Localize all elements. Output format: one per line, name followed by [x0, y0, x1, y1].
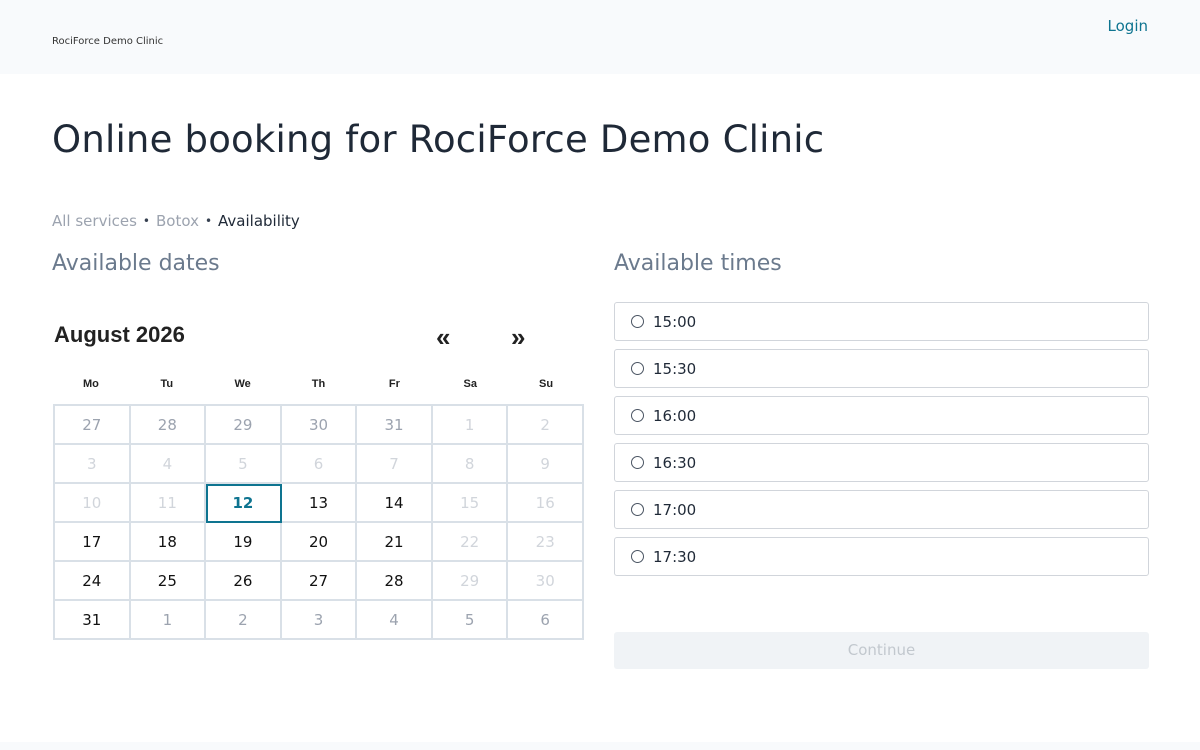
calendar-day: 11 [130, 484, 207, 523]
available-dates-title: Available dates [52, 251, 220, 276]
time-slot-label: 16:30 [653, 453, 697, 472]
calendar-day[interactable]: 17 [55, 523, 131, 562]
time-slot-label: 15:00 [653, 312, 697, 331]
time-slot-list: 15:00 15:30 16:00 16:30 17:00 17:30 [614, 302, 1149, 584]
weekday-label: Mo [82, 378, 99, 390]
calendar-day: 4 [130, 445, 207, 484]
calendar-day[interactable]: 25 [130, 562, 207, 601]
calendar-day[interactable]: 24 [55, 562, 131, 601]
calendar-day: 6 [508, 601, 584, 640]
calendar-day[interactable]: 28 [357, 562, 433, 601]
calendar-day[interactable]: 20 [281, 523, 358, 562]
time-slot-option[interactable]: 17:30 [614, 537, 1149, 576]
calendar-day: 30 [508, 562, 584, 601]
radio-icon[interactable] [631, 315, 644, 328]
available-times-title: Available times [614, 251, 782, 276]
radio-icon[interactable] [631, 362, 644, 375]
time-slot-option[interactable]: 17:00 [614, 490, 1149, 529]
calendar-day[interactable]: 18 [130, 523, 207, 562]
time-slot-option[interactable]: 15:30 [614, 349, 1149, 388]
calendar-day: 29 [206, 406, 282, 445]
calendar-day: 4 [357, 601, 433, 640]
radio-icon[interactable] [631, 503, 644, 516]
calendar-day: 31 [357, 406, 433, 445]
top-bar: RociForce Demo Clinic Login [0, 0, 1200, 74]
calendar-day: 5 [432, 601, 509, 640]
calendar-day: 3 [281, 601, 358, 640]
calendar-day[interactable]: 14 [357, 484, 433, 523]
calendar-day: 3 [55, 445, 131, 484]
clinic-name: RociForce Demo Clinic [52, 36, 164, 47]
calendar-day: 8 [432, 445, 509, 484]
calendar-day: 2 [508, 406, 584, 445]
weekday-label: Fr [388, 378, 400, 390]
time-slot-label: 17:30 [653, 547, 697, 566]
radio-icon[interactable] [631, 550, 644, 563]
time-slot-label: 15:30 [653, 359, 697, 378]
calendar-day: 7 [357, 445, 433, 484]
calendar-day[interactable]: 13 [281, 484, 358, 523]
calendar-month-label: August 2026 [54, 322, 185, 347]
calendar-day[interactable]: 31 [55, 601, 131, 640]
calendar-day: 10 [55, 484, 131, 523]
time-slot-option[interactable]: 15:00 [614, 302, 1149, 341]
calendar-day: 27 [55, 406, 131, 445]
calendar-day-selected[interactable]: 12 [206, 484, 282, 523]
calendar-day: 2 [206, 601, 282, 640]
calendar-day: 1 [130, 601, 207, 640]
calendar-day: 16 [508, 484, 584, 523]
breadcrumb-separator: • [204, 214, 213, 228]
weekday-label: Tu [160, 378, 174, 390]
calendar-day: 15 [432, 484, 509, 523]
time-slot-label: 17:00 [653, 500, 697, 519]
calendar-day[interactable]: 26 [206, 562, 282, 601]
calendar-day[interactable]: 19 [206, 523, 282, 562]
time-slot-option[interactable]: 16:00 [614, 396, 1149, 435]
calendar-day: 23 [508, 523, 584, 562]
weekday-label: Th [311, 378, 326, 390]
previous-month-button[interactable]: « [436, 320, 450, 354]
calendar-day: 6 [281, 445, 358, 484]
calendar-day: 22 [432, 523, 509, 562]
weekday-label: Su [539, 378, 554, 390]
time-slot-option[interactable]: 16:30 [614, 443, 1149, 482]
calendar-day: 29 [432, 562, 509, 601]
radio-icon[interactable] [631, 409, 644, 422]
time-slot-label: 16:00 [653, 406, 697, 425]
weekday-label: We [234, 378, 251, 390]
footer [0, 742, 1200, 750]
calendar-day[interactable]: 21 [357, 523, 433, 562]
calendar-weekdays: Mo Tu We Th Fr Sa Su [53, 378, 584, 390]
calendar-day: 28 [130, 406, 207, 445]
breadcrumb-service[interactable]: Botox [156, 212, 199, 230]
next-month-button[interactable]: » [511, 320, 525, 354]
calendar-day: 5 [206, 445, 282, 484]
page-title: Online booking for RociForce Demo Clinic [52, 118, 825, 161]
breadcrumb-all-services[interactable]: All services [52, 212, 137, 230]
weekday-label: Sa [463, 378, 477, 390]
calendar-day: 9 [508, 445, 584, 484]
radio-icon[interactable] [631, 456, 644, 469]
breadcrumb-current: Availability [218, 212, 300, 230]
calendar-day[interactable]: 27 [281, 562, 358, 601]
calendar-header: August 2026 « » [54, 320, 584, 354]
breadcrumb-separator: • [142, 214, 150, 228]
calendar-day: 1 [432, 406, 509, 445]
breadcrumb: All services • Botox • Availability [52, 212, 300, 230]
continue-button[interactable]: Continue [614, 632, 1149, 669]
login-link[interactable]: Login [1108, 17, 1148, 35]
calendar-day: 30 [281, 406, 358, 445]
calendar-grid: 27 28 29 30 31 1 2 3 4 5 6 7 8 9 10 11 12 13 14 15 16 17 18 19 2… [53, 404, 584, 640]
